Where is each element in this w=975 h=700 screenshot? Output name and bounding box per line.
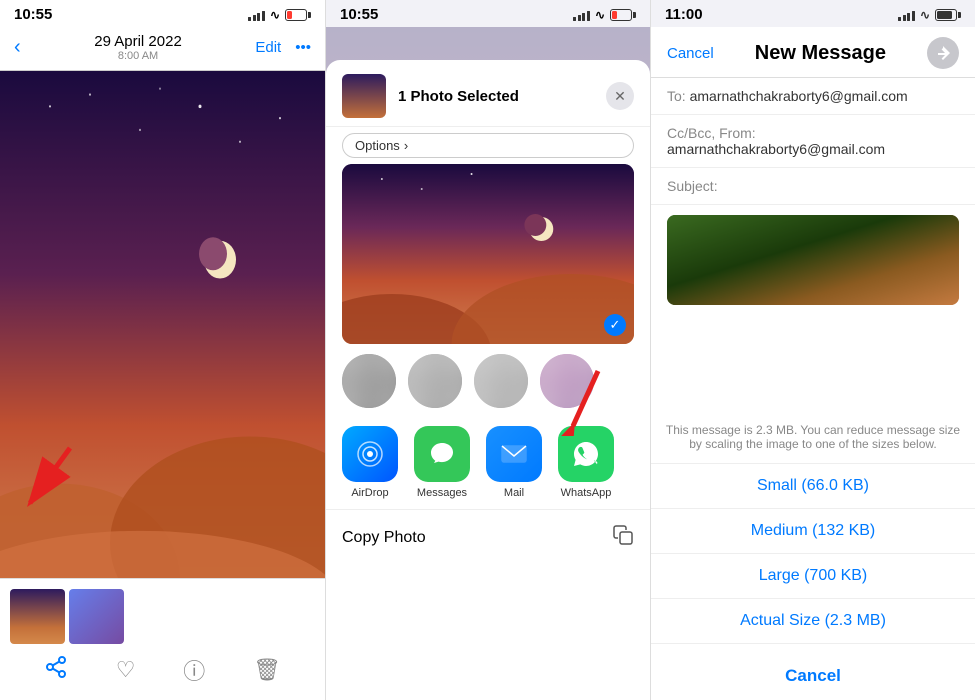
signal-icon-2 bbox=[573, 9, 590, 21]
size-options: Small (66.0 KB) Medium (132 KB) Large (7… bbox=[651, 463, 975, 644]
airdrop-label: AirDrop bbox=[351, 487, 388, 499]
selection-check: ✓ bbox=[604, 314, 626, 336]
compose-cancel-button[interactable]: Cancel bbox=[667, 45, 714, 62]
cc-field[interactable]: Cc/Bcc, From: amarnathchakraborty6@gmail… bbox=[651, 115, 975, 168]
app-item-messages[interactable]: Messages bbox=[414, 426, 470, 499]
wifi-icon-3: ∿ bbox=[920, 8, 930, 22]
share-header: 1 Photo Selected ✕ bbox=[326, 60, 650, 127]
app-item-whatsapp[interactable]: WhatsApp bbox=[558, 426, 614, 499]
size-message: This message is 2.3 MB. You can reduce m… bbox=[651, 419, 975, 463]
to-value: amarnathchakraborty6@gmail.com bbox=[690, 88, 908, 104]
status-bar-1: 10:55 ∿ bbox=[0, 0, 325, 27]
to-label: To: bbox=[667, 88, 686, 104]
mail-icon bbox=[486, 426, 542, 482]
contact-bubble-4[interactable] bbox=[540, 354, 594, 408]
whatsapp-icon bbox=[558, 426, 614, 482]
subject-label: Subject: bbox=[667, 178, 718, 194]
info-button[interactable]: ⓘ bbox=[183, 654, 205, 686]
delete-button[interactable]: 🗑 bbox=[253, 657, 281, 683]
share-thumb bbox=[342, 74, 386, 118]
to-field[interactable]: To: amarnathchakraborty6@gmail.com bbox=[651, 78, 975, 115]
messages-icon bbox=[414, 426, 470, 482]
status-icons-1: ∿ bbox=[248, 8, 311, 22]
bottom-toolbar: ♡ ⓘ 🗑 bbox=[0, 578, 325, 700]
signal-icon-3 bbox=[898, 9, 915, 21]
share-title: 1 Photo Selected bbox=[398, 88, 606, 105]
options-label: Options bbox=[355, 138, 400, 153]
share-close-button[interactable]: ✕ bbox=[606, 82, 634, 110]
copy-icon bbox=[612, 524, 634, 552]
back-button[interactable]: ‹ bbox=[14, 36, 21, 59]
app-item-airdrop[interactable]: AirDrop bbox=[342, 426, 398, 499]
thumbnail-1[interactable] bbox=[10, 589, 65, 644]
photos-top-bar: ‹ 29 April 2022 8:00 AM Edit ••• bbox=[0, 27, 325, 71]
compose-title: New Message bbox=[755, 42, 886, 65]
contact-bubble-3[interactable] bbox=[474, 354, 528, 408]
contact-bubbles bbox=[326, 344, 650, 418]
whatsapp-label: WhatsApp bbox=[561, 487, 612, 499]
app-item-mail[interactable]: Mail bbox=[486, 426, 542, 499]
options-chevron: › bbox=[404, 138, 408, 153]
status-icons-3: ∿ bbox=[898, 8, 961, 22]
time-2: 10:55 bbox=[340, 6, 378, 23]
cc-label: Cc/Bcc, From: bbox=[667, 125, 756, 141]
status-bar-3: 11:00 ∿ bbox=[651, 0, 975, 27]
panel2-share: 10:55 ∿ 1 Photo Selected ✕ bbox=[325, 0, 650, 700]
messages-label: Messages bbox=[417, 487, 467, 499]
attached-image bbox=[667, 215, 959, 305]
avatar-2 bbox=[408, 354, 462, 408]
compose-top-bar: Cancel New Message bbox=[651, 27, 975, 78]
top-actions: Edit ••• bbox=[255, 39, 311, 56]
time-1: 10:55 bbox=[14, 6, 52, 23]
cc-value: amarnathchakraborty6@gmail.com bbox=[667, 141, 885, 157]
large-preview: ✓ bbox=[342, 164, 634, 344]
share-button[interactable] bbox=[44, 655, 68, 685]
contact-bubble-1[interactable] bbox=[342, 354, 396, 408]
options-button[interactable]: Options › bbox=[342, 133, 634, 158]
wifi-icon: ∿ bbox=[270, 8, 280, 22]
compose-card: Cancel New Message To: amarnathchakrabor… bbox=[651, 27, 975, 700]
copy-photo-row[interactable]: Copy Photo bbox=[326, 509, 650, 566]
battery-icon bbox=[285, 9, 311, 21]
avatar-1 bbox=[342, 354, 396, 408]
size-option-small[interactable]: Small (66.0 KB) bbox=[651, 464, 975, 509]
send-button[interactable] bbox=[927, 37, 959, 69]
signal-icon bbox=[248, 9, 265, 21]
main-photo bbox=[0, 71, 325, 578]
photo-date: 29 April 2022 bbox=[94, 33, 182, 50]
wifi-icon-2: ∿ bbox=[595, 8, 605, 22]
panel3-mail: 11:00 ∿ Cancel New Message bbox=[650, 0, 975, 700]
contact-bubble-2[interactable] bbox=[408, 354, 462, 408]
app-icons-row: AirDrop Messages Mail bbox=[326, 418, 650, 505]
edit-button[interactable]: Edit bbox=[255, 39, 281, 56]
subject-field[interactable]: Subject: bbox=[651, 168, 975, 205]
airdrop-icon bbox=[342, 426, 398, 482]
date-section: 29 April 2022 8:00 AM bbox=[94, 33, 182, 62]
compose-body[interactable] bbox=[651, 205, 975, 419]
copy-photo-label: Copy Photo bbox=[342, 529, 426, 547]
toolbar-actions: ♡ ⓘ 🗑 bbox=[0, 652, 325, 694]
time-3: 11:00 bbox=[665, 6, 703, 23]
battery-icon-3 bbox=[935, 9, 961, 21]
panel1-photos: 10:55 ∿ ‹ 29 April 2022 8:00 AM Edi bbox=[0, 0, 325, 700]
photo-time: 8:00 AM bbox=[94, 50, 182, 62]
avatar-4 bbox=[540, 354, 594, 408]
thumbnail-2[interactable] bbox=[69, 589, 124, 644]
status-icons-2: ∿ bbox=[573, 8, 636, 22]
more-button[interactable]: ••• bbox=[295, 39, 311, 56]
status-bar-2: 10:55 ∿ bbox=[326, 0, 650, 27]
cancel-size-button[interactable]: Cancel bbox=[651, 652, 975, 700]
battery-icon-2 bbox=[610, 9, 636, 21]
size-option-medium[interactable]: Medium (132 KB) bbox=[651, 509, 975, 554]
thumbnails bbox=[0, 589, 325, 652]
avatar-3 bbox=[474, 354, 528, 408]
size-option-actual[interactable]: Actual Size (2.3 MB) bbox=[651, 599, 975, 644]
mail-label: Mail bbox=[504, 487, 524, 499]
size-option-large[interactable]: Large (700 KB) bbox=[651, 554, 975, 599]
share-sheet: 1 Photo Selected ✕ Options › bbox=[326, 60, 650, 700]
favorite-button[interactable]: ♡ bbox=[116, 657, 136, 683]
